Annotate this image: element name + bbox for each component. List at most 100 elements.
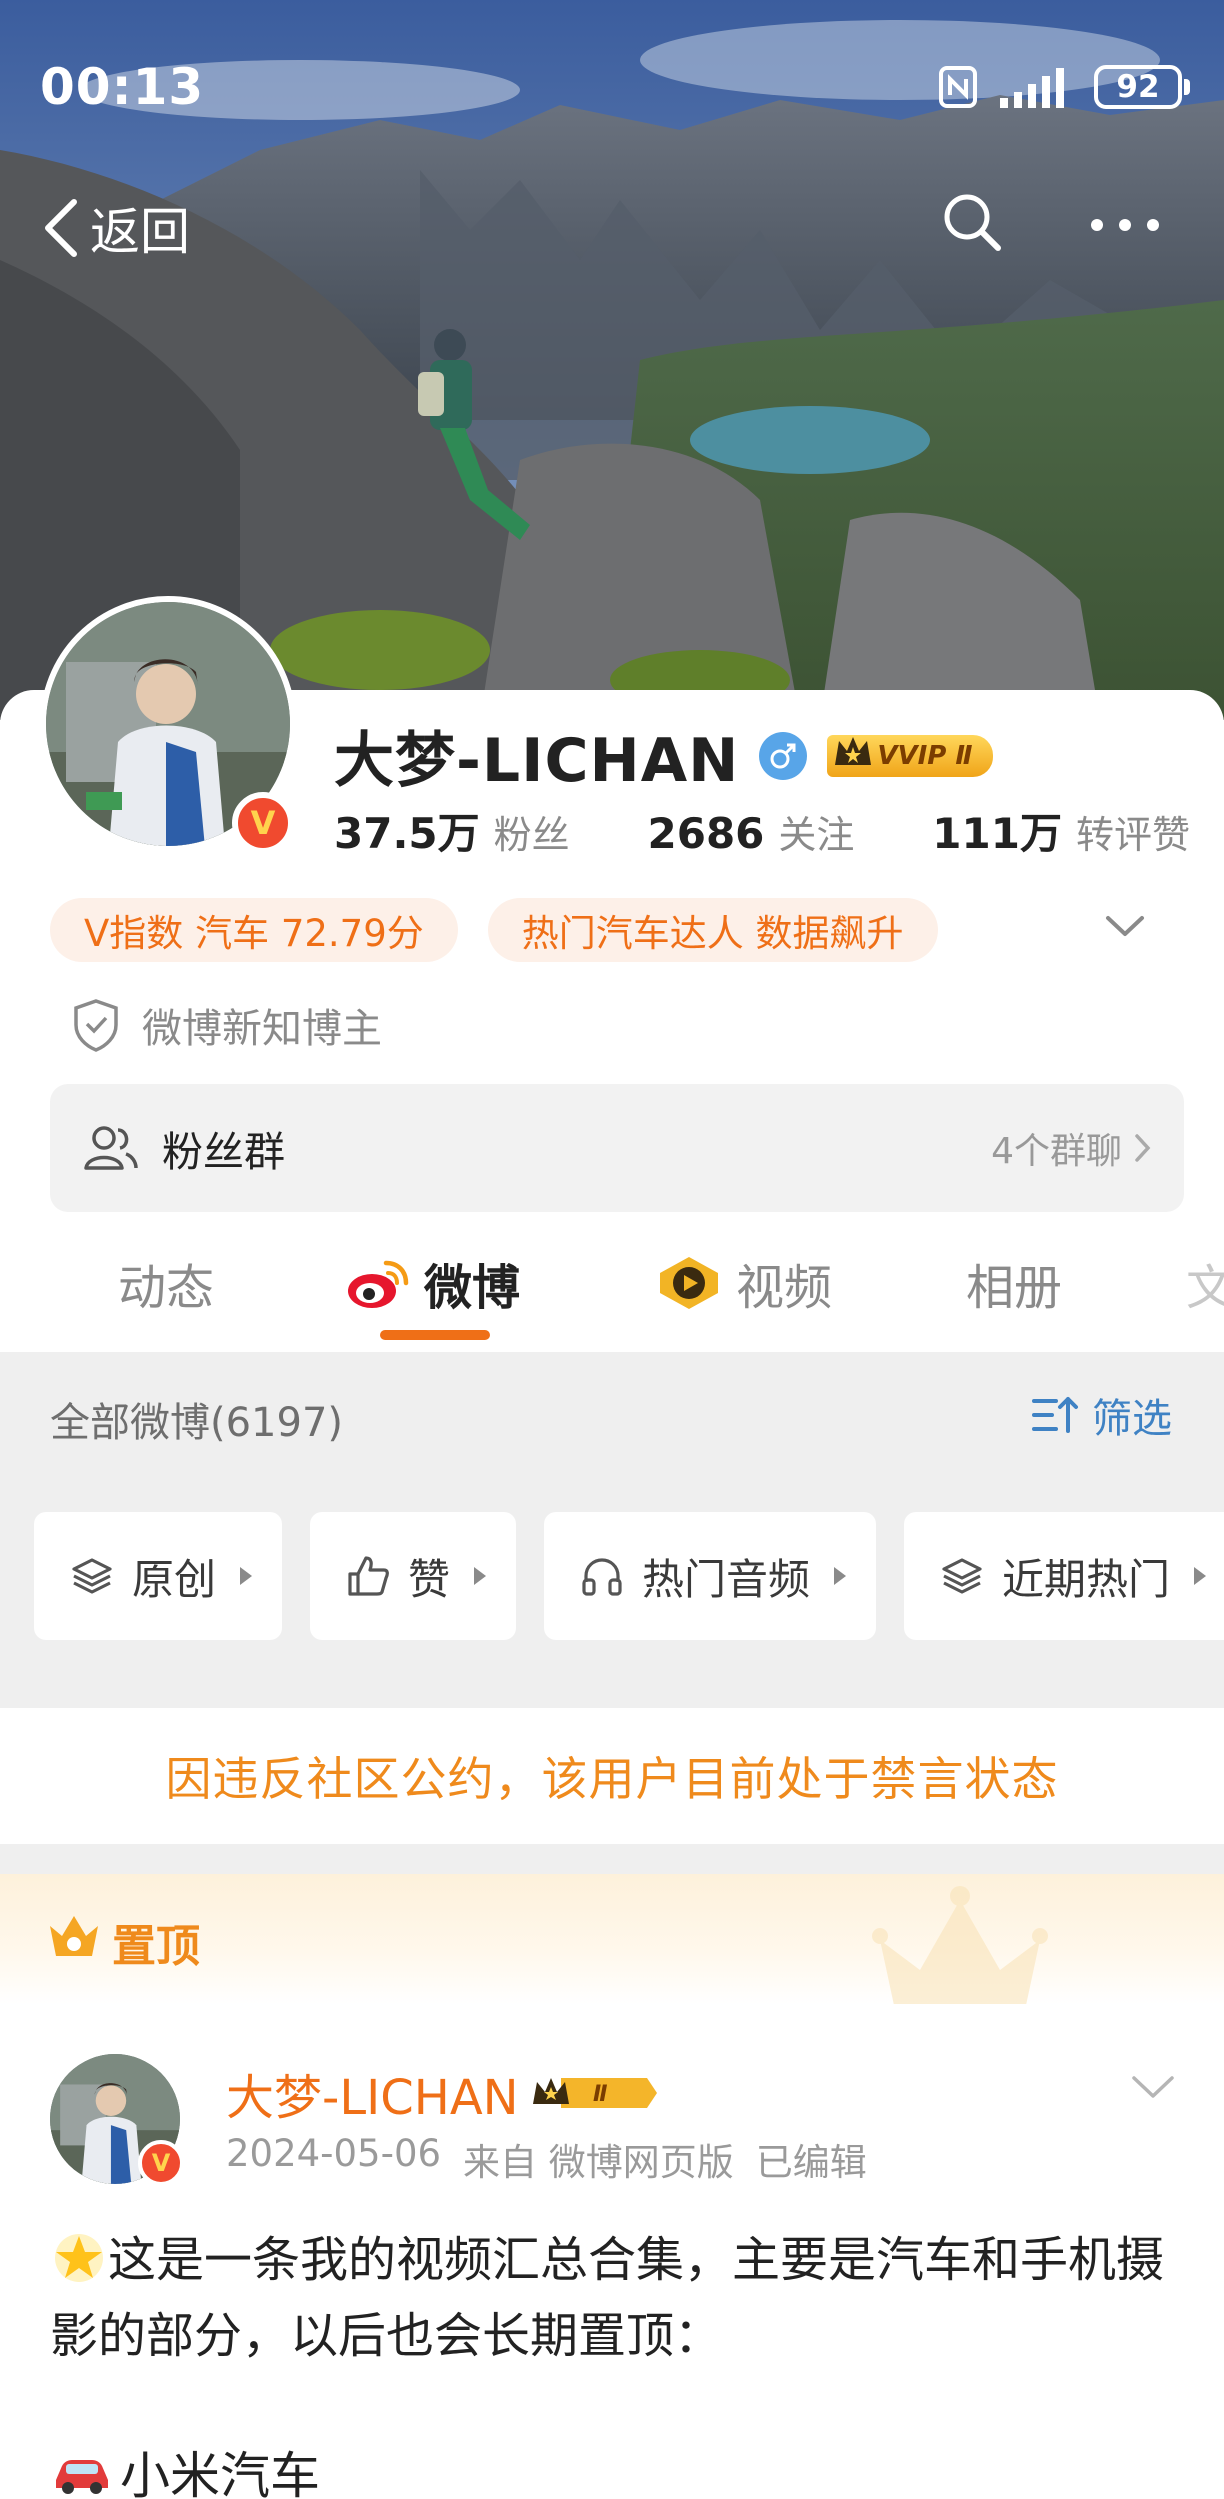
tag-row: V指数 汽车 72.79分 热门汽车达人 数据飙升 bbox=[50, 898, 938, 962]
new-blogger-label: 微博新知博主 bbox=[142, 1006, 382, 1052]
mini-vip-label: Ⅱ bbox=[593, 2082, 608, 2107]
pinned-post[interactable]: V 大梦-LICHAN Ⅱ 2024-05-06 来自 微博网页版 已编辑 这是… bbox=[0, 2004, 1224, 2499]
group-icon bbox=[84, 1126, 138, 1170]
fan-group-label: 粉丝群 bbox=[162, 1128, 285, 1176]
stat-following[interactable]: 2686 关注 bbox=[648, 804, 855, 859]
status-time: 00:13 bbox=[40, 58, 205, 116]
search-icon[interactable] bbox=[940, 190, 1004, 254]
thumbs-up-icon bbox=[348, 1556, 389, 1596]
back-label: 返回 bbox=[90, 203, 190, 261]
top-navbar: 返回 bbox=[0, 180, 1224, 270]
feed-filter-bar: 全部微博(6197) 筛选 原创 赞 热门音频 近期热门 bbox=[0, 1352, 1224, 1708]
car-icon bbox=[56, 2460, 108, 2494]
stat-number: 2686 bbox=[647, 809, 765, 858]
vip-badge-icon: Ⅱ bbox=[532, 2078, 657, 2108]
chip-original[interactable]: 原创 bbox=[34, 1512, 283, 1640]
shield-check-icon bbox=[74, 999, 118, 1052]
filter-button[interactable]: 筛选 bbox=[1030, 1386, 1172, 1444]
chip-label: 近期热门 bbox=[1002, 1554, 1171, 1604]
profile-tabs: 动态 微博 视频 相册 文 bbox=[0, 1222, 1224, 1352]
status-bar: 00:13 92 bbox=[0, 0, 1224, 180]
headphones-icon bbox=[582, 1558, 622, 1596]
status-icons: 92 bbox=[938, 64, 1190, 110]
chip-label: 原创 bbox=[132, 1554, 217, 1604]
filter-chips: 原创 赞 热门音频 近期热门 bbox=[34, 1512, 1224, 1640]
vvip-label: VVIP Ⅱ bbox=[877, 740, 973, 771]
verified-badge-icon: V bbox=[232, 792, 294, 854]
stat-label: 转评赞 bbox=[1075, 813, 1190, 857]
caret-right-icon bbox=[834, 1567, 847, 1585]
hot-blogger-tag[interactable]: 热门汽车达人 数据飙升 bbox=[487, 898, 938, 962]
pinned-header: 置顶 bbox=[0, 1874, 1224, 2004]
tab-label: 文 bbox=[1186, 1260, 1224, 1316]
filter-icon bbox=[1032, 1397, 1078, 1433]
tab-label: 视频 bbox=[736, 1260, 833, 1316]
chip-label: 热门音频 bbox=[642, 1554, 811, 1604]
caret-right-icon bbox=[474, 1567, 487, 1585]
v-index-tag[interactable]: V指数 汽车 72.79分 bbox=[50, 898, 458, 962]
stat-label: 关注 bbox=[778, 813, 855, 857]
signal-icon bbox=[1000, 68, 1064, 108]
fan-group-count-text: 4个群聊 bbox=[991, 1131, 1122, 1172]
tab-video[interactable]: 视频 bbox=[656, 1248, 832, 1318]
post-meta: 2024-05-06 来自 微博网页版 已编辑 bbox=[226, 2132, 867, 2186]
ban-notice: 因违反社区公约，该用户目前处于禁言状态 bbox=[0, 1708, 1224, 1844]
all-weibo-count: 全部微博(6197) bbox=[50, 1400, 344, 1446]
nfc-icon bbox=[939, 66, 977, 108]
active-tab-indicator bbox=[380, 1330, 490, 1340]
post-sub-heading: 小米汽车 bbox=[120, 2447, 320, 2499]
post-source: 来自 微博网页版 bbox=[463, 2141, 734, 2184]
chevron-left-icon bbox=[45, 199, 77, 257]
post-edited: 已编辑 bbox=[755, 2141, 867, 2184]
post-author-name[interactable]: 大梦-LICHAN bbox=[226, 2058, 519, 2128]
filter-label: 筛选 bbox=[1092, 1396, 1172, 1442]
stat-label: 粉丝 bbox=[493, 813, 570, 857]
tab-dynamic[interactable]: 动态 bbox=[118, 1248, 214, 1318]
vvip-badge[interactable]: VVIP Ⅱ bbox=[827, 734, 993, 777]
post-date: 2024-05-06 bbox=[226, 2132, 442, 2175]
tab-weibo[interactable]: 微博 bbox=[344, 1248, 520, 1318]
post-body: 这是一条我的视频汇总合集，主要是汽车和手机摄影的部分，以后也会长期置顶： bbox=[50, 2222, 1180, 2374]
layers-icon bbox=[942, 1558, 982, 1594]
pinned-crown-icon bbox=[50, 1916, 98, 1956]
crown-icon bbox=[835, 736, 872, 765]
crown-watermark-icon bbox=[872, 1886, 1048, 2004]
layers-icon bbox=[72, 1558, 112, 1594]
chip-hot-audio[interactable]: 热门音频 bbox=[544, 1512, 877, 1640]
fan-group-count: 4个群聊 bbox=[991, 1122, 1154, 1174]
glowing-star-icon bbox=[55, 2234, 103, 2282]
battery-level: 92 bbox=[1116, 69, 1160, 105]
chevron-down-icon[interactable] bbox=[1100, 906, 1150, 946]
chip-liked[interactable]: 赞 bbox=[310, 1512, 517, 1640]
tab-label: 微博 bbox=[424, 1260, 521, 1316]
battery-icon: 92 bbox=[1094, 65, 1190, 109]
caret-right-icon bbox=[240, 1567, 253, 1585]
tab-article[interactable]: 文 bbox=[1186, 1248, 1224, 1318]
video-play-icon bbox=[660, 1257, 718, 1309]
caret-right-icon bbox=[1194, 1567, 1207, 1585]
tab-album[interactable]: 相册 bbox=[966, 1248, 1062, 1318]
back-button[interactable]: 返回 bbox=[40, 192, 190, 264]
more-icon[interactable] bbox=[1085, 200, 1165, 250]
name-row: 大梦-LICHAN VVIP Ⅱ bbox=[334, 712, 993, 799]
weibo-logo-icon bbox=[348, 1260, 409, 1308]
section-divider bbox=[0, 1844, 1224, 1874]
stat-number: 37.5万 bbox=[334, 809, 480, 858]
tab-label: 相册 bbox=[966, 1260, 1063, 1316]
chip-label: 赞 bbox=[408, 1554, 451, 1604]
verified-badge-icon: V bbox=[138, 2140, 184, 2186]
stat-followers[interactable]: 37.5万 粉丝 bbox=[334, 800, 570, 861]
chevron-right-icon bbox=[1135, 1134, 1151, 1162]
user-name: 大梦-LICHAN bbox=[334, 726, 740, 796]
tab-label: 动态 bbox=[118, 1260, 215, 1316]
post-text: 这是一条我的视频汇总合集，主要是汽车和手机摄影的部分，以后也会长期置顶： bbox=[50, 2232, 1165, 2364]
chevron-down-icon[interactable] bbox=[1128, 2070, 1178, 2106]
stat-engagement[interactable]: 111万 转评赞 bbox=[932, 800, 1190, 861]
stat-number: 111万 bbox=[932, 809, 1062, 858]
fan-group-row[interactable]: 粉丝群 4个群聊 bbox=[50, 1084, 1184, 1212]
post-sub-heading-row: 小米汽车 bbox=[50, 2436, 320, 2499]
chip-recent-hot[interactable]: 近期热门 bbox=[904, 1512, 1224, 1640]
post-author-row: 大梦-LICHAN Ⅱ bbox=[226, 2058, 661, 2128]
new-blogger-row[interactable]: 微博新知博主 bbox=[70, 996, 382, 1054]
male-gender-icon bbox=[759, 731, 808, 780]
